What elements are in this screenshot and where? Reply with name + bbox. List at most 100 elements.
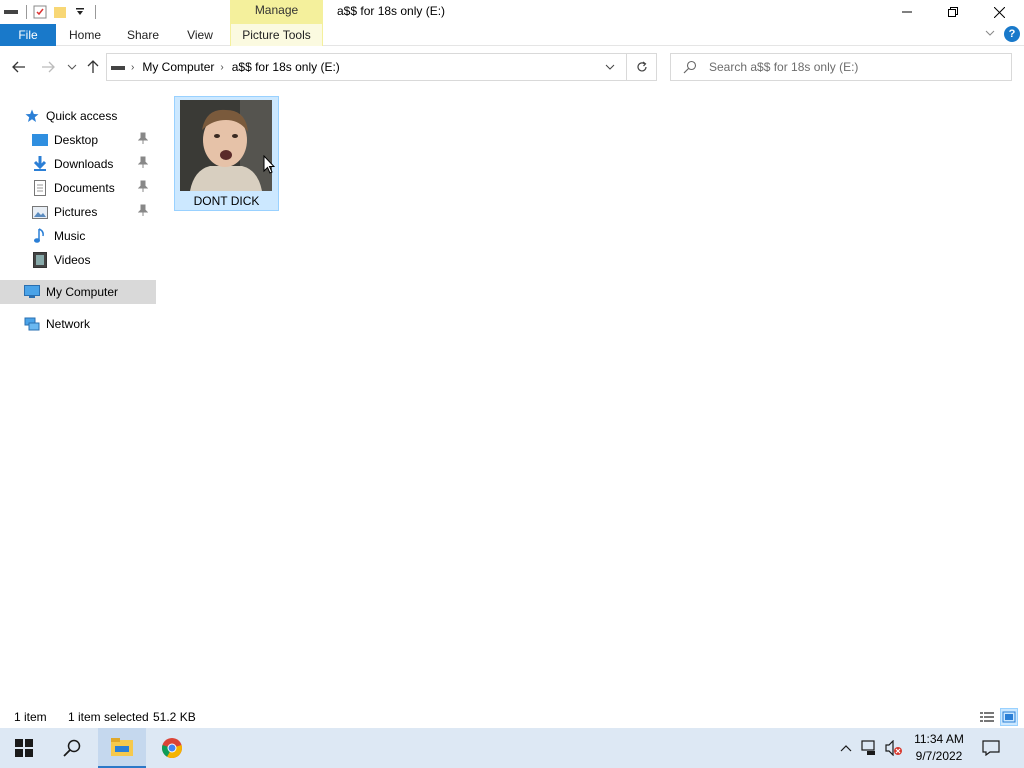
taskbar-search-button[interactable]	[48, 728, 96, 768]
ribbon-controls: ?	[984, 26, 1020, 42]
tab-file[interactable]: File	[0, 24, 56, 46]
customize-toolbar-icon[interactable]	[71, 3, 89, 21]
refresh-icon	[636, 61, 647, 72]
tab-share[interactable]: Share	[118, 24, 168, 46]
close-button[interactable]	[976, 0, 1022, 24]
selection-size: 51.2 KB	[153, 710, 196, 724]
properties-icon[interactable]	[31, 3, 49, 21]
nav-label: Desktop	[54, 133, 99, 147]
drive-icon	[111, 60, 125, 74]
address-dropdown-button[interactable]	[600, 54, 620, 80]
clock[interactable]: 11:34 AM 9/7/2022	[906, 731, 972, 765]
taskbar-file-explorer[interactable]	[98, 728, 146, 768]
nav-my-computer[interactable]: My Computer	[0, 280, 156, 304]
chevron-up-icon	[840, 745, 852, 752]
nav-label: Music	[54, 229, 86, 243]
notification-icon	[982, 740, 1000, 756]
file-item[interactable]: DONT DICK	[174, 96, 279, 211]
breadcrumb-drive[interactable]: a$$ for 18s only (E:)	[232, 60, 340, 74]
large-icons-view-button[interactable]	[1000, 708, 1018, 726]
pin-icon[interactable]	[137, 180, 149, 195]
nav-music[interactable]: Music	[32, 224, 156, 248]
tab-home[interactable]: Home	[60, 24, 110, 46]
action-center-button[interactable]	[981, 738, 1001, 758]
nav-label: Quick access	[46, 109, 118, 123]
refresh-button[interactable]	[626, 54, 656, 80]
nav-documents[interactable]: Documents	[32, 176, 156, 200]
nav-pictures[interactable]: Pictures	[32, 200, 156, 224]
show-hidden-icons-button[interactable]	[836, 738, 856, 758]
volume-muted-icon	[885, 740, 902, 756]
breadcrumb-my-computer[interactable]: My Computer	[142, 60, 214, 74]
start-button[interactable]	[0, 728, 48, 768]
pin-icon[interactable]	[137, 204, 149, 219]
documents-icon	[32, 180, 48, 196]
nav-downloads[interactable]: Downloads	[32, 152, 156, 176]
ribbon-tabs: File Home Share View Picture Tools ?	[0, 24, 1024, 46]
drive-icon	[2, 3, 20, 21]
back-arrow-icon	[12, 61, 25, 73]
file-name: DONT DICK	[193, 194, 260, 208]
desktop-icon	[32, 132, 48, 148]
recent-locations-button[interactable]	[62, 57, 82, 77]
nav-videos[interactable]: Videos	[32, 248, 156, 272]
new-folder-icon[interactable]	[51, 3, 69, 21]
up-arrow-icon	[87, 60, 99, 73]
chevron-down-icon	[605, 64, 615, 70]
nav-label: Documents	[54, 181, 115, 195]
pictures-icon	[32, 204, 48, 220]
details-view-icon	[980, 712, 994, 722]
expand-ribbon-button[interactable]	[984, 27, 996, 42]
pin-icon[interactable]	[137, 132, 149, 147]
volume-button[interactable]	[884, 738, 904, 758]
toolbar-separator	[26, 5, 27, 19]
manage-contextual-tab: Manage	[230, 0, 323, 24]
minimize-icon	[902, 11, 912, 13]
clock-date: 9/7/2022	[915, 749, 963, 763]
windows-logo-icon	[15, 739, 33, 757]
help-icon[interactable]: ?	[1004, 26, 1020, 42]
window-title: a$$ for 18s only (E:)	[337, 4, 446, 18]
downloads-icon	[32, 156, 48, 172]
folder-icon	[111, 738, 133, 756]
chevron-right-icon[interactable]: ›	[220, 62, 223, 73]
up-button[interactable]	[83, 57, 103, 77]
search-icon	[683, 60, 697, 77]
forward-arrow-icon	[42, 61, 55, 73]
taskbar: 11:34 AM 9/7/2022	[0, 728, 1024, 768]
nav-network[interactable]: Network	[24, 312, 156, 336]
restore-button[interactable]	[930, 0, 976, 24]
quick-access-toolbar	[2, 3, 100, 21]
music-icon	[32, 228, 48, 244]
tab-picture-tools[interactable]: Picture Tools	[230, 24, 323, 46]
address-bar[interactable]: › My Computer › a$$ for 18s only (E:)	[106, 53, 657, 81]
back-button[interactable]	[9, 57, 29, 77]
forward-button[interactable]	[38, 57, 58, 77]
computer-icon	[24, 284, 40, 300]
minimize-button[interactable]	[884, 0, 930, 24]
pin-icon[interactable]	[137, 156, 149, 171]
taskbar-chrome[interactable]	[148, 728, 196, 768]
tab-view[interactable]: View	[178, 24, 222, 46]
nav-desktop[interactable]: Desktop	[32, 128, 156, 152]
breadcrumb: › My Computer › a$$ for 18s only (E:)	[111, 54, 346, 80]
search-input[interactable]	[709, 57, 999, 77]
chevron-down-icon	[985, 30, 995, 36]
nav-label: Network	[46, 317, 91, 331]
search-box[interactable]	[670, 53, 1012, 81]
item-count: 1 item	[14, 710, 47, 724]
clock-time: 11:34 AM	[914, 732, 964, 746]
details-view-button[interactable]	[978, 708, 996, 726]
nav-quick-access[interactable]: Quick access	[24, 104, 156, 128]
toolbar-separator	[95, 5, 96, 19]
search-icon	[63, 739, 81, 757]
chevron-right-icon[interactable]: ›	[131, 62, 134, 73]
cursor-icon	[263, 154, 276, 177]
nav-label: Downloads	[54, 157, 114, 171]
chrome-icon	[162, 738, 182, 759]
star-icon	[24, 108, 40, 124]
network-status-button[interactable]	[860, 738, 880, 758]
videos-icon	[32, 252, 48, 268]
close-icon	[993, 6, 1005, 18]
network-status-icon	[861, 740, 875, 755]
